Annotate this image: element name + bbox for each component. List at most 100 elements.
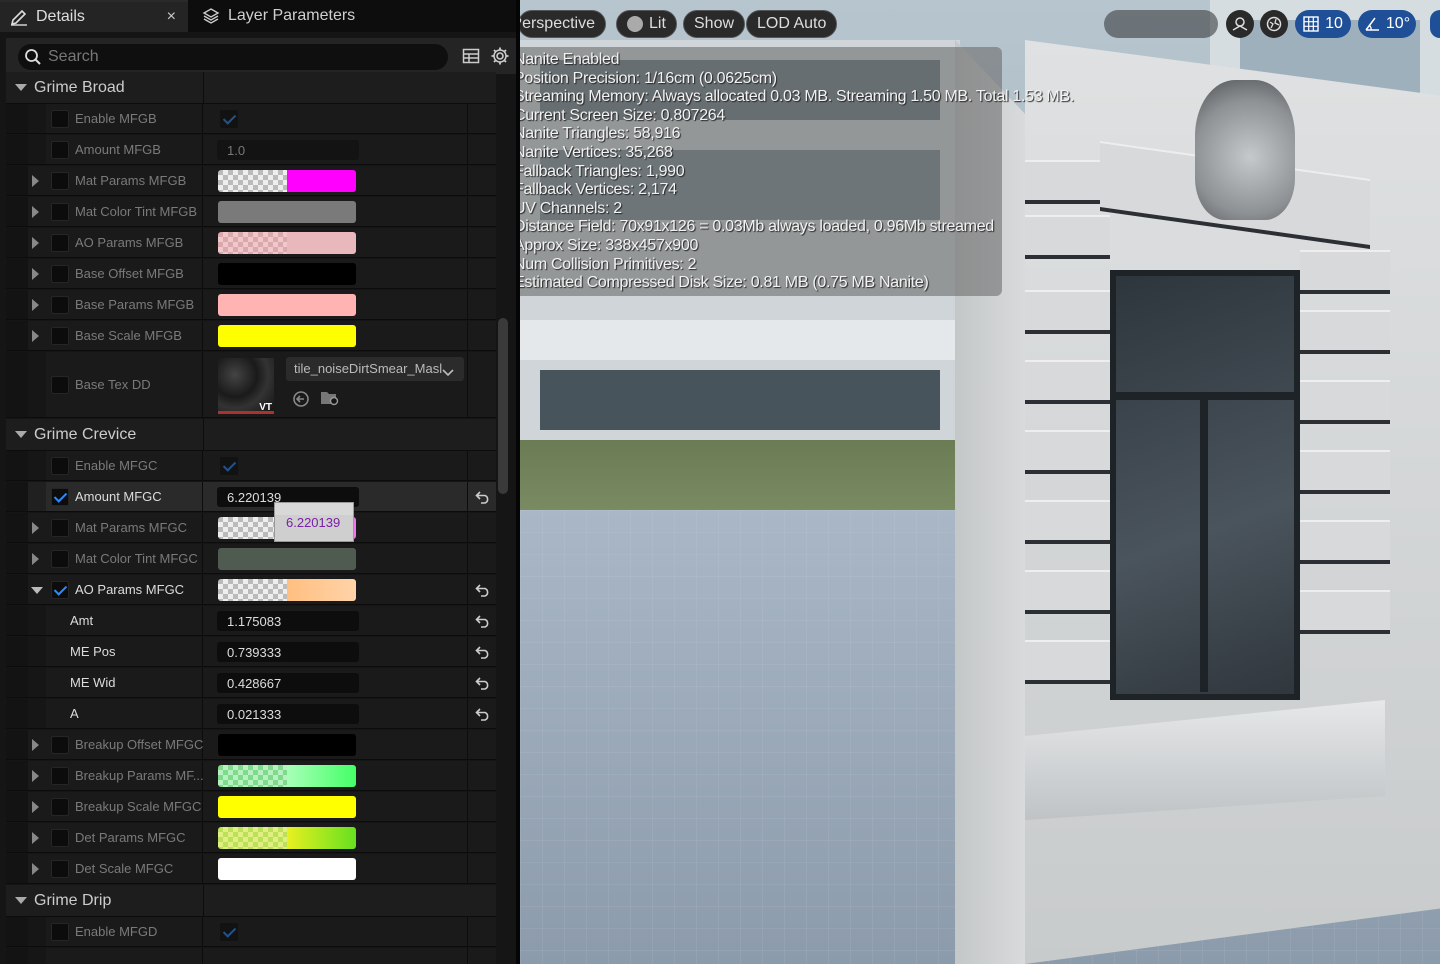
reset-to-default-icon[interactable] bbox=[469, 575, 496, 604]
texture-thumbnail[interactable]: VT bbox=[218, 358, 274, 414]
stat-line: Fallback Vertices: 2,174 bbox=[520, 181, 677, 199]
color-swatch[interactable] bbox=[218, 548, 356, 570]
override-checkbox[interactable] bbox=[51, 923, 69, 941]
value-checkbox[interactable] bbox=[220, 923, 238, 941]
lit-button[interactable]: Lit bbox=[616, 10, 677, 38]
expand-arrow-icon[interactable] bbox=[15, 431, 27, 438]
expand-arrow-icon[interactable] bbox=[32, 206, 39, 218]
color-swatch[interactable] bbox=[218, 232, 356, 254]
color-swatch[interactable] bbox=[218, 858, 356, 880]
value-checkbox[interactable] bbox=[220, 457, 238, 475]
override-checkbox[interactable] bbox=[51, 767, 69, 785]
expand-arrow-icon[interactable] bbox=[15, 897, 27, 904]
table-view-icon[interactable] bbox=[462, 47, 480, 70]
override-checkbox[interactable] bbox=[51, 234, 69, 252]
search-box[interactable] bbox=[18, 44, 448, 70]
override-checkbox[interactable] bbox=[51, 550, 69, 568]
perspective-button[interactable]: Perspective bbox=[520, 10, 606, 38]
row-ao-params-mfgb: AO Params MFGB bbox=[6, 228, 496, 258]
gear-icon[interactable] bbox=[490, 46, 510, 71]
override-checkbox[interactable] bbox=[51, 110, 69, 128]
sphere-icon bbox=[627, 16, 643, 32]
override-checkbox[interactable] bbox=[51, 581, 69, 599]
use-asset-icon[interactable] bbox=[292, 390, 310, 413]
override-checkbox[interactable] bbox=[51, 327, 69, 345]
texture-name: tile_noiseDirtSmear_Masl bbox=[294, 361, 443, 376]
override-checkbox[interactable] bbox=[51, 203, 69, 221]
scrollbar-thumb[interactable] bbox=[498, 318, 508, 494]
close-icon[interactable]: × bbox=[167, 8, 176, 26]
expand-arrow-icon[interactable] bbox=[32, 330, 39, 342]
override-checkbox[interactable] bbox=[51, 829, 69, 847]
expand-arrow-icon[interactable] bbox=[32, 553, 39, 565]
value-field[interactable]: 1.175083 bbox=[217, 611, 359, 631]
texture-dropdown[interactable]: tile_noiseDirtSmear_Masl bbox=[286, 357, 464, 381]
expand-arrow-icon[interactable] bbox=[32, 522, 39, 534]
expand-arrow-icon[interactable] bbox=[32, 739, 39, 751]
scale-snap-button[interactable] bbox=[1430, 10, 1440, 38]
expand-arrow-icon[interactable] bbox=[32, 268, 39, 280]
lod-button[interactable]: LOD Auto bbox=[746, 10, 838, 38]
color-swatch[interactable] bbox=[218, 201, 356, 223]
expand-arrow-icon[interactable] bbox=[32, 175, 39, 187]
override-checkbox[interactable] bbox=[51, 141, 69, 159]
value-field[interactable]: 1.0 bbox=[217, 140, 359, 160]
value-checkbox[interactable] bbox=[220, 110, 238, 128]
param-label: Mat Params MFGB bbox=[75, 173, 187, 188]
color-swatch[interactable] bbox=[218, 734, 356, 756]
color-swatch[interactable] bbox=[218, 294, 356, 316]
collapse-arrow-icon[interactable] bbox=[31, 587, 43, 594]
category-grime-drip[interactable]: Grime Drip bbox=[6, 885, 496, 917]
param-label: Base Tex DD bbox=[75, 377, 151, 392]
value-field[interactable]: 0.739333 bbox=[217, 642, 359, 662]
expand-arrow-icon[interactable] bbox=[32, 237, 39, 249]
expand-arrow-icon[interactable] bbox=[32, 299, 39, 311]
override-checkbox[interactable] bbox=[51, 296, 69, 314]
color-swatch[interactable] bbox=[218, 325, 356, 347]
override-checkbox[interactable] bbox=[51, 860, 69, 878]
chevron-down-icon[interactable] bbox=[442, 364, 454, 382]
expand-arrow-icon[interactable] bbox=[32, 801, 39, 813]
tab-layer-parameters[interactable]: Layer Parameters bbox=[192, 0, 492, 32]
reset-to-default-icon[interactable] bbox=[469, 637, 496, 666]
browse-asset-icon[interactable] bbox=[320, 389, 340, 412]
color-swatch[interactable] bbox=[218, 170, 356, 192]
grid-snap-button[interactable]: 10 bbox=[1295, 10, 1351, 38]
category-grime-crevice[interactable]: Grime Crevice bbox=[6, 419, 496, 451]
surface-snap-icon[interactable] bbox=[1226, 10, 1254, 38]
reset-to-default-icon[interactable] bbox=[469, 606, 496, 635]
override-checkbox[interactable] bbox=[51, 519, 69, 537]
expand-arrow-icon[interactable] bbox=[15, 84, 27, 91]
override-checkbox[interactable] bbox=[51, 457, 69, 475]
override-checkbox[interactable] bbox=[51, 265, 69, 283]
world-space-icon[interactable] bbox=[1260, 10, 1288, 38]
expand-arrow-icon[interactable] bbox=[32, 832, 39, 844]
row-base-scale-mfgb: Base Scale MFGB bbox=[6, 321, 496, 351]
color-swatch[interactable] bbox=[218, 263, 356, 285]
expand-arrow-icon[interactable] bbox=[32, 863, 39, 875]
color-swatch[interactable] bbox=[218, 579, 356, 601]
scrollbar-track[interactable] bbox=[498, 78, 510, 964]
transform-tools-group[interactable] bbox=[1104, 10, 1218, 38]
rotation-snap-button[interactable]: 10° bbox=[1358, 10, 1416, 38]
tab-details[interactable]: Details × bbox=[0, 0, 188, 32]
show-button[interactable]: Show bbox=[683, 10, 746, 38]
override-checkbox[interactable] bbox=[51, 798, 69, 816]
override-checkbox[interactable] bbox=[51, 736, 69, 754]
color-swatch[interactable] bbox=[218, 765, 356, 787]
reset-to-default-icon[interactable] bbox=[469, 699, 496, 728]
grid-icon bbox=[1303, 16, 1319, 32]
color-swatch[interactable] bbox=[218, 827, 356, 849]
reset-to-default-icon[interactable] bbox=[469, 482, 496, 511]
level-viewport[interactable]: Nanite Enabled Position Precision: 1/16c… bbox=[520, 0, 1440, 964]
category-grime-broad[interactable]: Grime Broad bbox=[6, 72, 496, 104]
value-field[interactable]: 0.021333 bbox=[217, 704, 359, 724]
value-field[interactable]: 0.428667 bbox=[217, 673, 359, 693]
reset-to-default-icon[interactable] bbox=[469, 668, 496, 697]
expand-arrow-icon[interactable] bbox=[32, 770, 39, 782]
color-swatch[interactable] bbox=[218, 796, 356, 818]
override-checkbox[interactable] bbox=[51, 376, 69, 394]
override-checkbox[interactable] bbox=[51, 172, 69, 190]
search-input[interactable] bbox=[48, 48, 428, 66]
override-checkbox[interactable] bbox=[51, 488, 69, 506]
